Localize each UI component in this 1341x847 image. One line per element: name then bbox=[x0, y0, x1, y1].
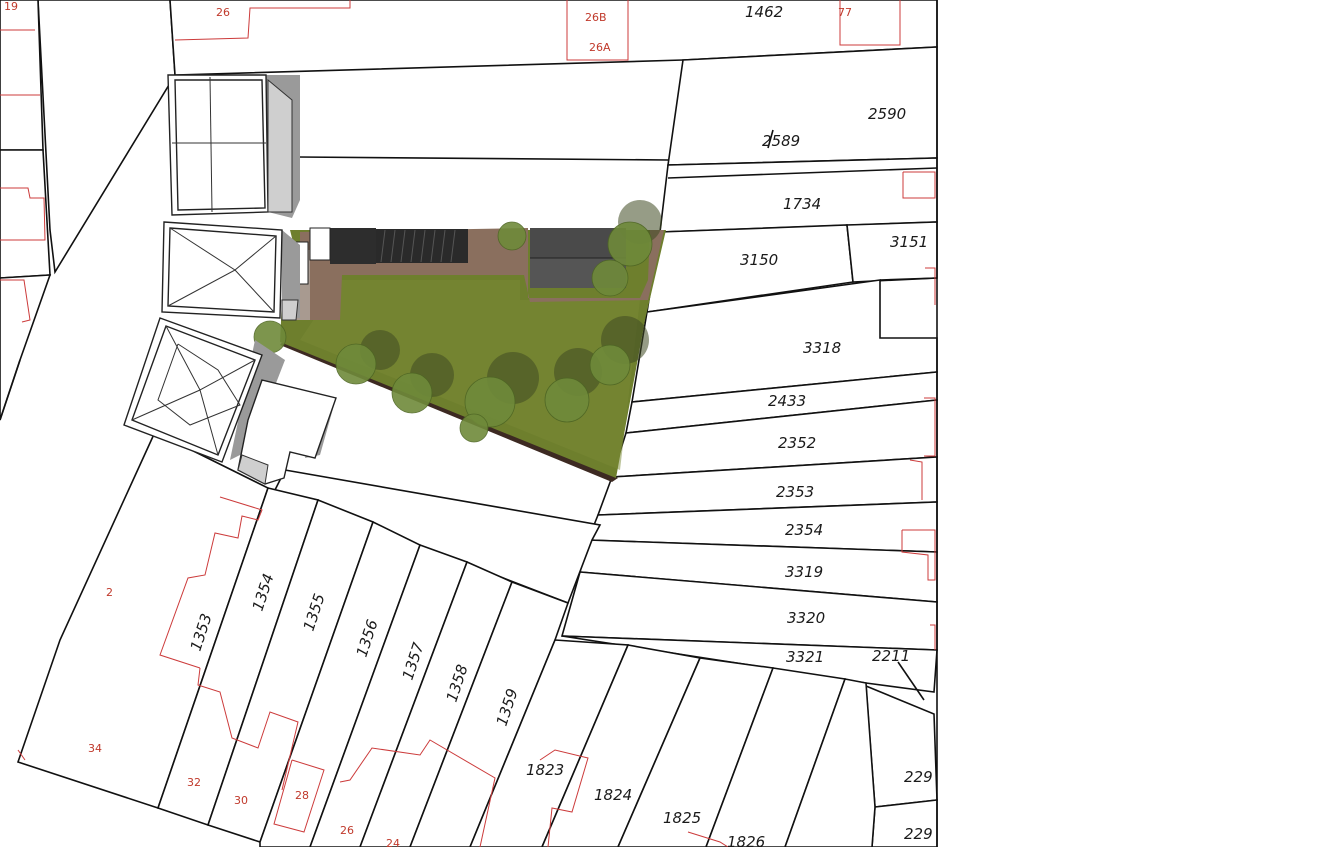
parcel-229a bbox=[865, 684, 938, 808]
parcel-label: 2353 bbox=[776, 483, 814, 501]
small-structure bbox=[309, 227, 331, 261]
parcel-label: 1462 bbox=[745, 3, 783, 21]
tree-icon bbox=[591, 259, 629, 297]
parcel-label: 1824 bbox=[594, 786, 632, 804]
parcel-label: 2211 bbox=[872, 647, 910, 665]
house-number: 32 bbox=[187, 776, 201, 789]
parcel-top-left bbox=[37, 0, 176, 275]
parcel-left-2 bbox=[0, 149, 51, 279]
parcel-label: 3150 bbox=[740, 251, 778, 269]
parcel-label: 3320 bbox=[787, 609, 825, 627]
house-number: 19 bbox=[4, 0, 18, 13]
tree-icon bbox=[459, 413, 489, 443]
tree-icon bbox=[391, 372, 433, 414]
parcel-label: 2433 bbox=[768, 392, 806, 410]
parcel-label: 1823 bbox=[526, 761, 564, 779]
parcel-label: 3319 bbox=[785, 563, 823, 581]
parcel-label: 3151 bbox=[890, 233, 928, 251]
house-number: 28 bbox=[295, 789, 309, 802]
house-number: 24 bbox=[386, 837, 400, 847]
parcel-label: 3318 bbox=[803, 339, 841, 357]
parcel-label: 2354 bbox=[785, 521, 823, 539]
house-number: 77 bbox=[838, 6, 852, 19]
house-number: 2 bbox=[106, 586, 113, 599]
parcel-label: 1825 bbox=[663, 809, 701, 827]
house-number: 26 bbox=[216, 6, 230, 19]
house-number: 26B bbox=[585, 11, 607, 24]
parcel-label: 2590 bbox=[868, 105, 906, 123]
tree-icon bbox=[497, 221, 527, 251]
parcel-label: 3321 bbox=[786, 648, 824, 666]
parcel-left-1 bbox=[0, 0, 44, 151]
house-number: 26A bbox=[589, 41, 611, 54]
parcel-label: 2352 bbox=[778, 434, 816, 452]
house-number: 26 bbox=[340, 824, 354, 837]
parcel-label: 2589 bbox=[762, 132, 800, 150]
tree-icon bbox=[589, 344, 631, 386]
site-plan-map: 1462 2590 2589 1734 3150 3151 3318 2433 … bbox=[0, 0, 938, 847]
parcel-label: 1734 bbox=[783, 195, 821, 213]
tree-icon bbox=[607, 221, 653, 267]
parcel-label: 229 bbox=[904, 768, 933, 786]
parcel-3151 bbox=[846, 221, 938, 283]
tree-icon bbox=[544, 377, 590, 423]
shed-dark bbox=[330, 228, 376, 264]
house-number: 34 bbox=[88, 742, 102, 755]
parcel-label: 229 bbox=[904, 825, 933, 843]
parcel-label: 1826 bbox=[727, 833, 765, 847]
tree-icon bbox=[335, 343, 377, 385]
house-number: 30 bbox=[234, 794, 248, 807]
